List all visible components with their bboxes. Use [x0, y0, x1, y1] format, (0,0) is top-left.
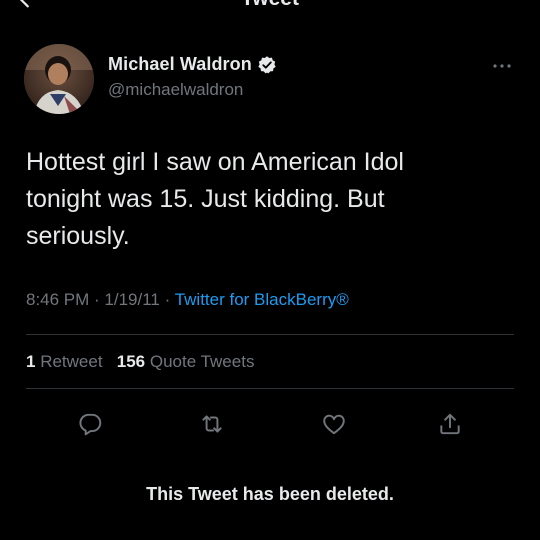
reply-button[interactable] [70, 404, 110, 444]
tweet-date[interactable]: 1/19/11 [104, 290, 159, 309]
share-button[interactable] [430, 404, 470, 444]
retweet-button[interactable] [192, 404, 232, 444]
avatar-photo [24, 44, 94, 114]
tweet-page: Tweet Michael Waldron [0, 0, 540, 540]
verified-badge-icon [257, 55, 277, 75]
top-bar: Tweet [0, 0, 540, 14]
retweets-count: 1 [26, 352, 36, 371]
like-icon [323, 414, 345, 435]
tweet-text-line: tonight was 15. Just kidding. But [26, 185, 385, 213]
retweet-icon [202, 415, 222, 433]
deleted-tweet-notice: This Tweet has been deleted. [146, 484, 394, 504]
more-options-button[interactable] [492, 58, 512, 68]
author-handle[interactable]: @michaelwaldron [108, 80, 243, 100]
more-dots-icon [493, 64, 511, 68]
tweet-meta: 8:46 PM · 1/19/11 · Twitter for BlackBer… [26, 290, 349, 310]
action-bar [26, 404, 514, 444]
like-button[interactable] [314, 404, 354, 444]
quote-tweets-count: 156 [116, 352, 146, 371]
tweet-stats: 1 Retweet 156 Quote Tweets [26, 352, 254, 372]
meta-separator: · [89, 290, 105, 309]
retweets-stat[interactable]: 1 Retweet [26, 352, 103, 371]
avatar[interactable] [24, 44, 94, 114]
tweet-source-link[interactable]: Twitter for BlackBerry® [175, 290, 349, 309]
author-name[interactable]: Michael Waldron [108, 54, 252, 75]
quote-tweets-label: Quote Tweets [149, 352, 255, 371]
author-name-row[interactable]: Michael Waldron [108, 54, 277, 75]
reply-icon [79, 413, 102, 436]
quote-tweets-stat[interactable]: 156 Quote Tweets [117, 352, 255, 371]
meta-separator: · [159, 290, 175, 309]
tweet-text: Hottest girl I saw on American Idol toni… [26, 144, 506, 255]
tweet-text-line: seriously. [26, 222, 130, 250]
retweets-label: Retweet [40, 352, 103, 371]
tweet-time[interactable]: 8:46 PM [26, 290, 89, 309]
divider [26, 334, 514, 335]
share-icon [440, 413, 460, 435]
divider [26, 388, 514, 389]
page-title: Tweet [0, 0, 540, 11]
tweet-text-line: Hottest girl I saw on American Idol [26, 148, 404, 176]
